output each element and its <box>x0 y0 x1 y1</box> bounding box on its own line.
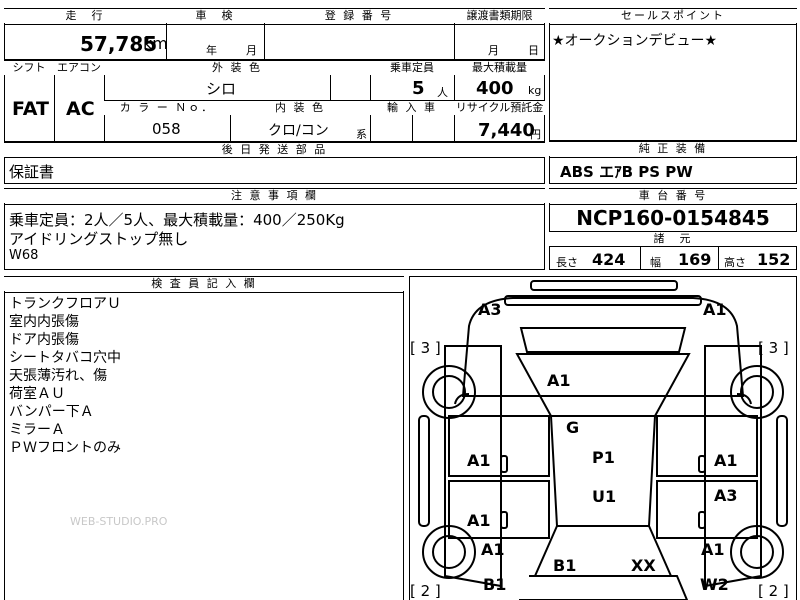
damage-mark: A1 <box>467 511 491 530</box>
max-load-label: 最大積載量 <box>454 61 545 75</box>
transfer-day-unit: 日 <box>528 44 539 57</box>
chassis-value: NCP160-0154845 <box>576 206 770 230</box>
cautions-line: W68 <box>9 248 39 263</box>
cautions-line: 乗車定員：2人／5人、最大積載量：400／250Kg <box>9 211 345 229</box>
width-label: 幅 <box>650 256 661 269</box>
shift-label: シフト <box>4 61 54 75</box>
damage-mark: A3 <box>478 300 502 319</box>
chassis-label: 車 台 番 号 <box>549 189 797 203</box>
inspection-month-unit: 月 <box>246 44 257 57</box>
divider <box>718 246 719 270</box>
shift-value: FAT <box>12 98 49 120</box>
tire-grade-bracket: [ 2 ] <box>410 582 441 600</box>
damage-mark: A3 <box>714 486 738 505</box>
divider <box>330 74 331 100</box>
height-value: 152 <box>757 250 791 269</box>
tire-grade-bracket: [ 3 ] <box>758 339 789 357</box>
max-load-unit: kg <box>528 84 542 97</box>
transfer-month-unit: 月 <box>488 44 499 57</box>
divider <box>4 157 545 158</box>
import-label: 輸 入 車 <box>370 101 454 115</box>
damage-mark: XX <box>631 556 656 575</box>
sales-point-label: セールスポイント <box>549 9 797 23</box>
divider <box>549 246 797 247</box>
capacity-value: 5 <box>412 78 425 99</box>
damage-mark: U1 <box>592 487 617 506</box>
divider <box>549 24 797 25</box>
divider <box>4 204 545 205</box>
inspector-line: 天張薄汚れ、傷 <box>9 368 108 384</box>
color-no-value: 058 <box>152 120 181 138</box>
inspector-line: ドア内張傷 <box>9 332 79 348</box>
damage-mark: A1 <box>703 300 727 319</box>
tire-grade-bracket: [ 3 ] <box>410 339 441 357</box>
length-label: 長さ <box>556 256 578 269</box>
damage-mark: A1 <box>547 371 571 390</box>
watermark: WEB-STUDIO.PRO <box>70 515 168 528</box>
damage-mark: A1 <box>467 451 491 470</box>
interior-color-suffix: 系 <box>356 128 367 141</box>
height-label: 高さ <box>724 256 746 269</box>
inspector-line: 荷室ＡＵ <box>9 386 65 402</box>
divider <box>640 246 641 270</box>
recycle-unit: 円 <box>530 128 541 141</box>
width-value: 169 <box>678 250 712 269</box>
specs-label: 諸 元 <box>549 232 797 246</box>
mileage-unit: km <box>143 34 168 53</box>
inspector-line: シートタバコ穴中 <box>9 350 121 366</box>
later-parts-value: 保証書 <box>9 163 55 181</box>
damage-mark: W2 <box>700 575 729 594</box>
interior-color-value: クロ/コン <box>268 123 329 139</box>
mileage-label: 走 行 <box>4 9 166 23</box>
genuine-equip-label: 純 正 装 備 <box>549 142 797 156</box>
max-load-value: 400 <box>476 78 514 99</box>
registration-label: 登 録 番 号 <box>264 9 454 23</box>
inspection-year-unit: 年 <box>206 44 217 57</box>
divider <box>4 292 404 293</box>
sales-point-value: ★オークションデビュー★ <box>552 33 718 49</box>
divider <box>412 114 413 142</box>
capacity-unit: 人 <box>437 86 448 99</box>
length-value: 424 <box>592 250 626 269</box>
divider <box>4 24 545 25</box>
inspector-line: バンパー下Ａ <box>9 404 94 420</box>
inspector-line: 室内内張傷 <box>9 314 79 330</box>
inspector-line: ＰＷフロントのみ <box>9 440 121 456</box>
damage-mark: A1 <box>701 540 725 559</box>
exterior-color-label: 外 装 色 <box>104 61 370 75</box>
transfer-label: 譲渡書類期限 <box>454 9 545 23</box>
tire-grade-bracket: [ 2 ] <box>758 582 789 600</box>
capacity-label: 乗車定員 <box>370 61 454 75</box>
damage-mark: G <box>566 418 580 437</box>
interior-color-label: 内 装 色 <box>230 101 370 115</box>
divider <box>549 204 797 205</box>
recycle-value: 7,440 <box>478 120 535 141</box>
damage-mark: A1 <box>714 451 738 470</box>
inspector-line: トランクフロアＵ <box>9 296 121 312</box>
cautions-label: 注 意 事 項 欄 <box>4 189 545 203</box>
aircon-label: エアコン <box>54 61 104 75</box>
recycle-label: リサイクル預託金 <box>454 101 545 115</box>
genuine-equip-value: ABS エｱB PS PW <box>560 163 693 181</box>
divider <box>549 157 797 158</box>
damage-mark: A1 <box>481 540 505 559</box>
car-outline-diagram <box>418 280 788 600</box>
damage-mark: B1 <box>553 556 577 575</box>
color-no-label: カ ラ ー Ｎｏ． <box>104 101 230 115</box>
damage-mark: P1 <box>592 448 615 467</box>
sales-point-box <box>549 8 797 141</box>
exterior-color-value: シロ <box>206 80 237 98</box>
later-parts-label: 後 日 発 送 部 品 <box>4 143 545 157</box>
inspector-label: 検 査 員 記 入 欄 <box>4 277 404 291</box>
aircon-value: AC <box>66 98 95 120</box>
inspection-label: 車 検 <box>166 9 264 23</box>
inspector-line: ミラーＡ <box>9 422 65 438</box>
damage-mark: B1 <box>483 575 507 594</box>
cautions-line: アイドリングストップ無し <box>9 230 189 248</box>
